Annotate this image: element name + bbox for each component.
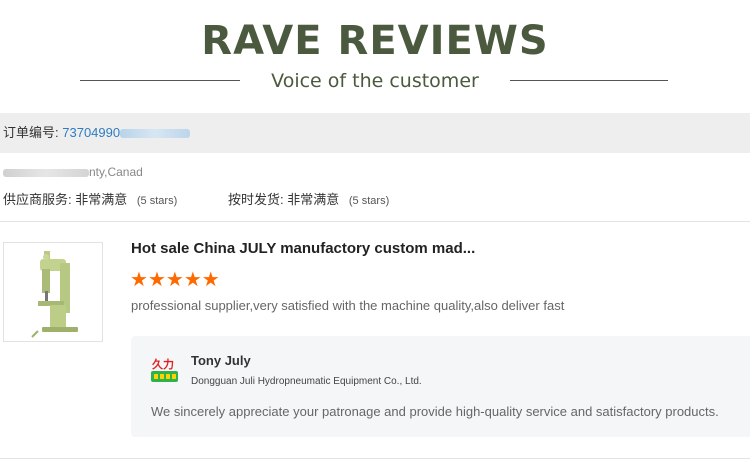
- reply-author-name: Tony July: [191, 353, 251, 368]
- bottom-divider: [0, 458, 750, 459]
- page-title: RAVE REVIEWS: [201, 18, 549, 64]
- rating-label: 供应商服务:: [3, 192, 72, 207]
- rating-stars-note: (5 stars): [348, 195, 390, 207]
- section-divider: [0, 221, 750, 222]
- rating-value: 非常满意: [287, 192, 340, 207]
- order-number: 73704990: [62, 125, 121, 140]
- page-subtitle: Voice of the customer: [271, 70, 479, 92]
- rating-value: 非常满意: [75, 192, 128, 207]
- product-thumbnail[interactable]: [3, 242, 103, 342]
- rating-on-time-delivery: 按时发货: 非常满意 (5 stars): [228, 189, 389, 208]
- rating-stars-note: (5 stars): [136, 195, 178, 207]
- supplier-reply: 久力 Tony July Dongguan Juli Hydropneumati…: [131, 336, 750, 437]
- subtitle-divider-right: [510, 80, 668, 81]
- order-bar: 订单编号: 73704990: [0, 113, 750, 153]
- rating-supplier-service: 供应商服务: 非常满意 (5 stars): [3, 192, 177, 207]
- reply-text: We sincerely appreciate your patronage a…: [151, 404, 719, 419]
- star-icon: ★: [165, 269, 184, 291]
- logo-text: 久力: [152, 357, 174, 371]
- redacted-buyer-info: [3, 168, 89, 177]
- rating-label: 按时发货:: [228, 192, 284, 207]
- star-icon: ★: [147, 269, 166, 291]
- riveting-machine-image: [31, 251, 78, 338]
- star-icon: ★: [130, 269, 148, 291]
- seller-ratings: 供应商服务: 非常满意 (5 stars) 按时发货: 非常满意 (5 star…: [3, 189, 389, 208]
- redacted-order-digits: [120, 129, 191, 139]
- star-icon: ★: [201, 269, 220, 291]
- product-title-link[interactable]: Hot sale China JULY manufactory custom m…: [131, 240, 475, 257]
- supplier-logo: 久力: [150, 357, 182, 385]
- order-number-label: 订单编号:: [3, 125, 59, 140]
- buyer-location: nty,Canad: [3, 165, 143, 179]
- review-star-rating: ★★★★★: [130, 270, 220, 291]
- star-icon: ★: [183, 269, 202, 291]
- reply-company-name: Dongguan Juli Hydropneumatic Equipment C…: [191, 376, 422, 387]
- buyer-location-text: nty,Canad: [89, 165, 143, 179]
- review-text: professional supplier,very satisfied wit…: [131, 298, 565, 313]
